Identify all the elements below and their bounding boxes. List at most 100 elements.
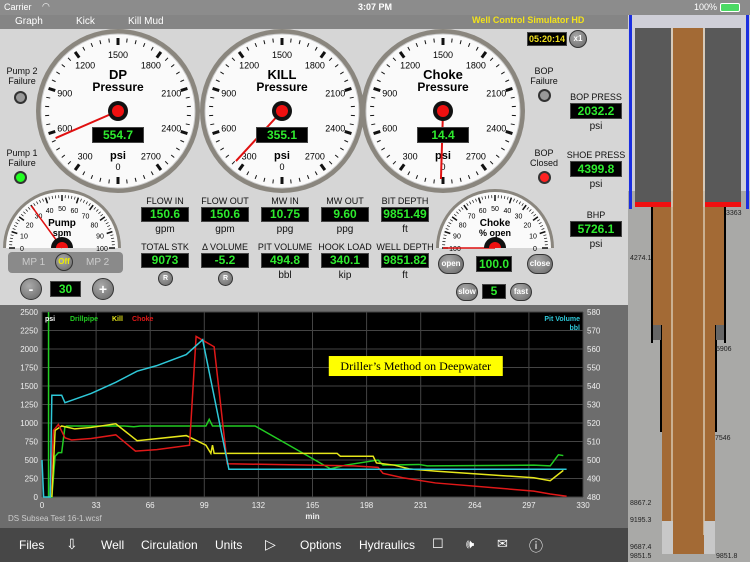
depth-label: 7546 bbox=[715, 435, 731, 442]
battery-percent: 100% bbox=[694, 2, 718, 12]
choke-gauge-subtitle: Pressure bbox=[417, 80, 469, 94]
info-icon[interactable]: ⓘ bbox=[529, 536, 543, 556]
gauge-scale-label: 2100 bbox=[325, 89, 345, 99]
y-tick-label: 1500 bbox=[20, 382, 38, 391]
depth-label: 9851.8 bbox=[716, 553, 738, 560]
hydraulics-button[interactable]: Hydraulics bbox=[359, 538, 415, 552]
gauge-scale-label: 2100 bbox=[486, 89, 506, 99]
gauge-scale-label: 0 bbox=[533, 246, 537, 253]
gauge-tick bbox=[290, 38, 292, 43]
bop-failure-label: BOP Failure bbox=[530, 66, 558, 86]
readout-unit: gpm bbox=[155, 224, 175, 235]
readout-unit: ppg bbox=[336, 224, 354, 235]
y-tick-label: 250 bbox=[25, 475, 39, 484]
files-button[interactable]: Files bbox=[19, 538, 44, 552]
pressure-unit: psi bbox=[589, 239, 603, 250]
gauge-tick bbox=[108, 38, 110, 43]
x-tick-label: 297 bbox=[522, 501, 536, 510]
gauge-scale-label: 1500 bbox=[108, 50, 128, 60]
gauge-scale-label: 60 bbox=[479, 208, 487, 215]
pump-increase-button[interactable]: + bbox=[92, 278, 114, 300]
readout-label: MW OUT bbox=[326, 196, 364, 206]
gauge-scale-label: 1800 bbox=[305, 61, 325, 71]
riser-wall-left bbox=[629, 15, 632, 209]
choke-slow-button[interactable]: slow bbox=[456, 283, 478, 301]
x-tick-label: 66 bbox=[146, 501, 155, 510]
choke-open-button[interactable]: open bbox=[438, 254, 464, 274]
chat-icon[interactable]: ☐ bbox=[432, 536, 444, 552]
y2-tick-label: 480 bbox=[587, 493, 601, 502]
mp2-option[interactable]: MP 2 bbox=[86, 257, 109, 268]
x-tick-label: 264 bbox=[468, 501, 482, 510]
gauge-scale-label: 1200 bbox=[75, 61, 95, 71]
y-tick-label: 2250 bbox=[20, 327, 38, 336]
readout-value: 9.60 bbox=[321, 207, 369, 222]
readout-value: 9851.82 bbox=[381, 253, 429, 268]
y2-axis-label: bbl bbox=[570, 325, 581, 332]
readout-label: HOOK LOAD bbox=[318, 242, 372, 252]
needle-hub-cap bbox=[437, 105, 449, 117]
well-button[interactable]: Well bbox=[101, 538, 124, 552]
gauge-scale-label: 2100 bbox=[161, 89, 181, 99]
y2-tick-label: 530 bbox=[587, 401, 601, 410]
dp-gauge-unit: psi bbox=[110, 150, 126, 162]
gauge-scale-label: 900 bbox=[57, 89, 72, 99]
readout-unit: bbl bbox=[278, 270, 292, 281]
gauge-tick bbox=[505, 129, 513, 135]
bottom-toolbar: Files ⇩ Well Circulation Units ▷ Options… bbox=[0, 528, 628, 562]
needle-hub-cap bbox=[276, 105, 288, 117]
gauge-scale-label: 40 bbox=[46, 208, 54, 215]
gauge-tick bbox=[373, 87, 381, 93]
choke-close-button[interactable]: close bbox=[527, 254, 553, 274]
riser-wall-right bbox=[746, 15, 749, 209]
readout-unit: kip bbox=[338, 270, 352, 281]
pump-selector[interactable]: MP 1 Off MP 2 bbox=[8, 252, 123, 273]
y-axis-label: psi bbox=[45, 316, 55, 323]
gauge-scale-label: 40 bbox=[503, 208, 511, 215]
circulation-button[interactable]: Circulation bbox=[141, 538, 198, 552]
speed-button[interactable]: x1 bbox=[569, 30, 587, 48]
readout-label: FLOW IN bbox=[146, 196, 184, 206]
mp1-option[interactable]: MP 1 bbox=[22, 257, 45, 268]
readout-unit: ft bbox=[402, 224, 408, 235]
save-tray-icon[interactable]: ⇩ bbox=[66, 536, 78, 553]
mail-icon[interactable]: ✉ bbox=[497, 536, 508, 552]
dp-gauge-subtitle: Pressure bbox=[92, 80, 144, 94]
gauge-tick bbox=[505, 87, 513, 93]
readout-label: PIT VOLUME bbox=[257, 242, 313, 252]
readout-label: MW IN bbox=[271, 196, 299, 206]
pump2-failure-label: Pump 2 Failure bbox=[6, 66, 38, 86]
sound-icon[interactable]: 🕪 bbox=[466, 536, 474, 552]
options-button[interactable]: Options bbox=[300, 538, 341, 552]
pump-spm-display: 30 bbox=[50, 281, 81, 297]
units-button[interactable]: Units bbox=[215, 538, 242, 552]
readout-value: 150.6 bbox=[141, 207, 189, 222]
pump-decrease-button[interactable]: - bbox=[20, 278, 42, 300]
pump-off-switch[interactable]: Off bbox=[55, 253, 73, 271]
x-tick-label: 33 bbox=[92, 501, 101, 510]
pump1-failure-label: Pump 1 Failure bbox=[6, 148, 38, 168]
reset-button[interactable]: R bbox=[218, 271, 233, 286]
y2-tick-label: 500 bbox=[587, 456, 601, 465]
x-tick-label: 231 bbox=[414, 501, 428, 510]
choke-pressure-display: 14.4 bbox=[417, 127, 469, 143]
needle-hub-cap bbox=[112, 105, 124, 117]
depth-label: 3363 bbox=[726, 210, 742, 217]
gauge-scale-label: 0 bbox=[115, 162, 120, 172]
choke-fast-button[interactable]: fast bbox=[510, 283, 532, 301]
gauge-scale-label: 90 bbox=[96, 234, 104, 241]
y2-tick-label: 540 bbox=[587, 382, 601, 391]
y2-tick-label: 580 bbox=[587, 308, 601, 317]
dp-pressure-display: 554.7 bbox=[92, 127, 144, 143]
trend-chart: 0 33 66 99 132 165 198 231 264 297 330 0 250 500 750 10… bbox=[8, 308, 601, 523]
gauge-scale-label: 2400 bbox=[325, 123, 345, 133]
bop-failure-led bbox=[538, 89, 551, 102]
gauge-scale-label: 1800 bbox=[466, 61, 486, 71]
gauge-tick bbox=[212, 87, 220, 93]
legend-entry: Kill bbox=[112, 316, 123, 323]
readout-label: TOTAL STK bbox=[141, 242, 189, 252]
play-icon[interactable]: ▷ bbox=[265, 536, 276, 553]
gauge-scale-label: 900 bbox=[382, 89, 397, 99]
reset-button[interactable]: R bbox=[158, 271, 173, 286]
pressure-value: 5726.1 bbox=[570, 221, 622, 237]
